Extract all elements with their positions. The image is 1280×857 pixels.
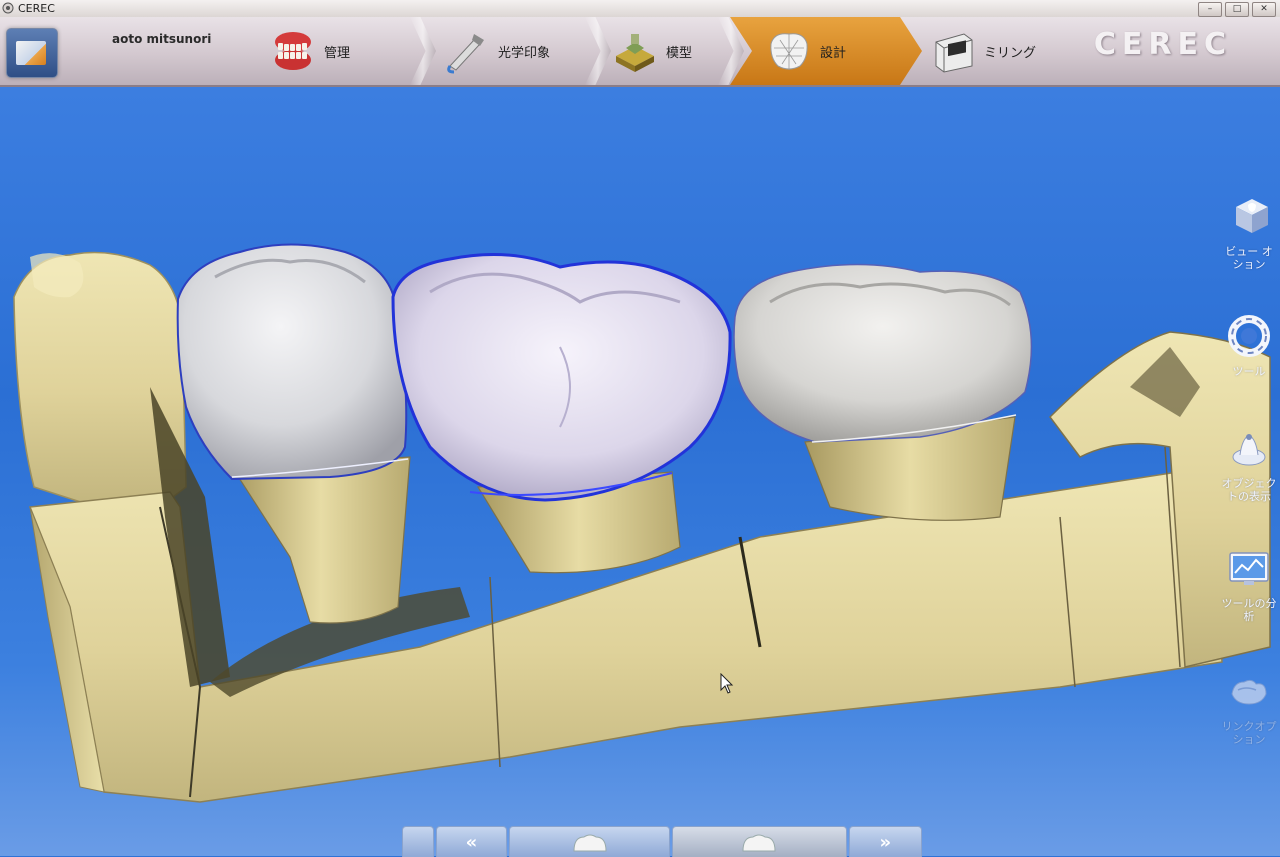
next-label: » <box>879 831 892 853</box>
crown-3[interactable] <box>733 263 1033 443</box>
phase-label: 設計 <box>820 45 847 61</box>
minimize-button[interactable]: – <box>1198 2 1222 17</box>
step-thumbnail-2[interactable] <box>671 826 847 857</box>
3d-viewport[interactable] <box>0 87 1280 856</box>
milling-unit-icon <box>935 33 973 73</box>
previous-label: « <box>465 831 478 853</box>
app-icon <box>2 2 14 14</box>
phase-design[interactable]: 設計 <box>730 17 922 85</box>
window-title: CEREC <box>18 2 55 15</box>
previous-button[interactable]: « <box>435 826 508 857</box>
phase-label: 管理 <box>324 45 351 61</box>
mouse-pointer-icon <box>720 673 734 694</box>
object-display-button[interactable]: オブジェク トの表示 <box>1218 425 1280 503</box>
phase-toolbar: aoto mitsunori 管理 光学印象 模型 設計 ミリング CEREC <box>0 17 1280 87</box>
model-icon <box>616 34 654 72</box>
camera-wand-icon <box>447 34 484 74</box>
window-titlebar: CEREC – □ ✕ <box>0 0 1280 18</box>
crown-thumbnail-icon <box>573 834 607 852</box>
tools-ring-icon <box>1228 315 1270 357</box>
analysis-tools-label: ツールの分 析 <box>1221 597 1277 623</box>
phase-admin[interactable]: 管理 <box>270 17 420 85</box>
link-options-icon <box>1231 679 1267 705</box>
phase-label: ミリング <box>984 45 1037 61</box>
denture-icon <box>275 32 311 70</box>
step-thumbnail-1[interactable] <box>509 826 670 857</box>
bottom-navigation: « » <box>402 826 923 857</box>
phase-label: 模型 <box>666 45 693 61</box>
link-options-button[interactable]: リンクオプ ション <box>1218 668 1280 746</box>
object-display-icon <box>1232 434 1266 466</box>
tools-label: ツール <box>1232 365 1266 378</box>
close-button[interactable]: ✕ <box>1252 2 1276 17</box>
view-cube-icon <box>1236 199 1268 233</box>
crown-1[interactable] <box>176 243 408 481</box>
phase-acquisition[interactable]: 光学印象 <box>444 17 594 85</box>
brand-logo: CEREC <box>1093 27 1232 62</box>
analysis-tools-button[interactable]: ツールの分 析 <box>1218 545 1280 623</box>
phase-label: 光学印象 <box>498 45 551 61</box>
patient-card-icon[interactable] <box>6 28 58 78</box>
tools-button[interactable]: ツール <box>1218 313 1280 378</box>
crown-design-icon <box>766 26 812 76</box>
link-options-label: リンクオプ ション <box>1221 720 1277 746</box>
object-display-label: オブジェク トの表示 <box>1221 477 1277 503</box>
crown-thumbnail-icon <box>742 834 776 852</box>
user-name: aoto mitsunori <box>112 32 212 46</box>
view-options-label: ビュー オ ション <box>1225 245 1273 271</box>
phase-model[interactable]: 模型 <box>612 17 732 85</box>
next-button[interactable]: » <box>848 826 923 857</box>
bottom-nav-handle[interactable] <box>402 826 434 857</box>
window-controls: – □ ✕ <box>1198 2 1276 17</box>
phase-milling[interactable]: ミリング <box>930 17 1080 85</box>
dental-model-scene[interactable] <box>0 87 1280 856</box>
maximize-button[interactable]: □ <box>1225 2 1249 17</box>
view-options-button[interactable]: ビュー オ ション <box>1218 193 1280 271</box>
analysis-monitor-icon <box>1229 552 1269 585</box>
